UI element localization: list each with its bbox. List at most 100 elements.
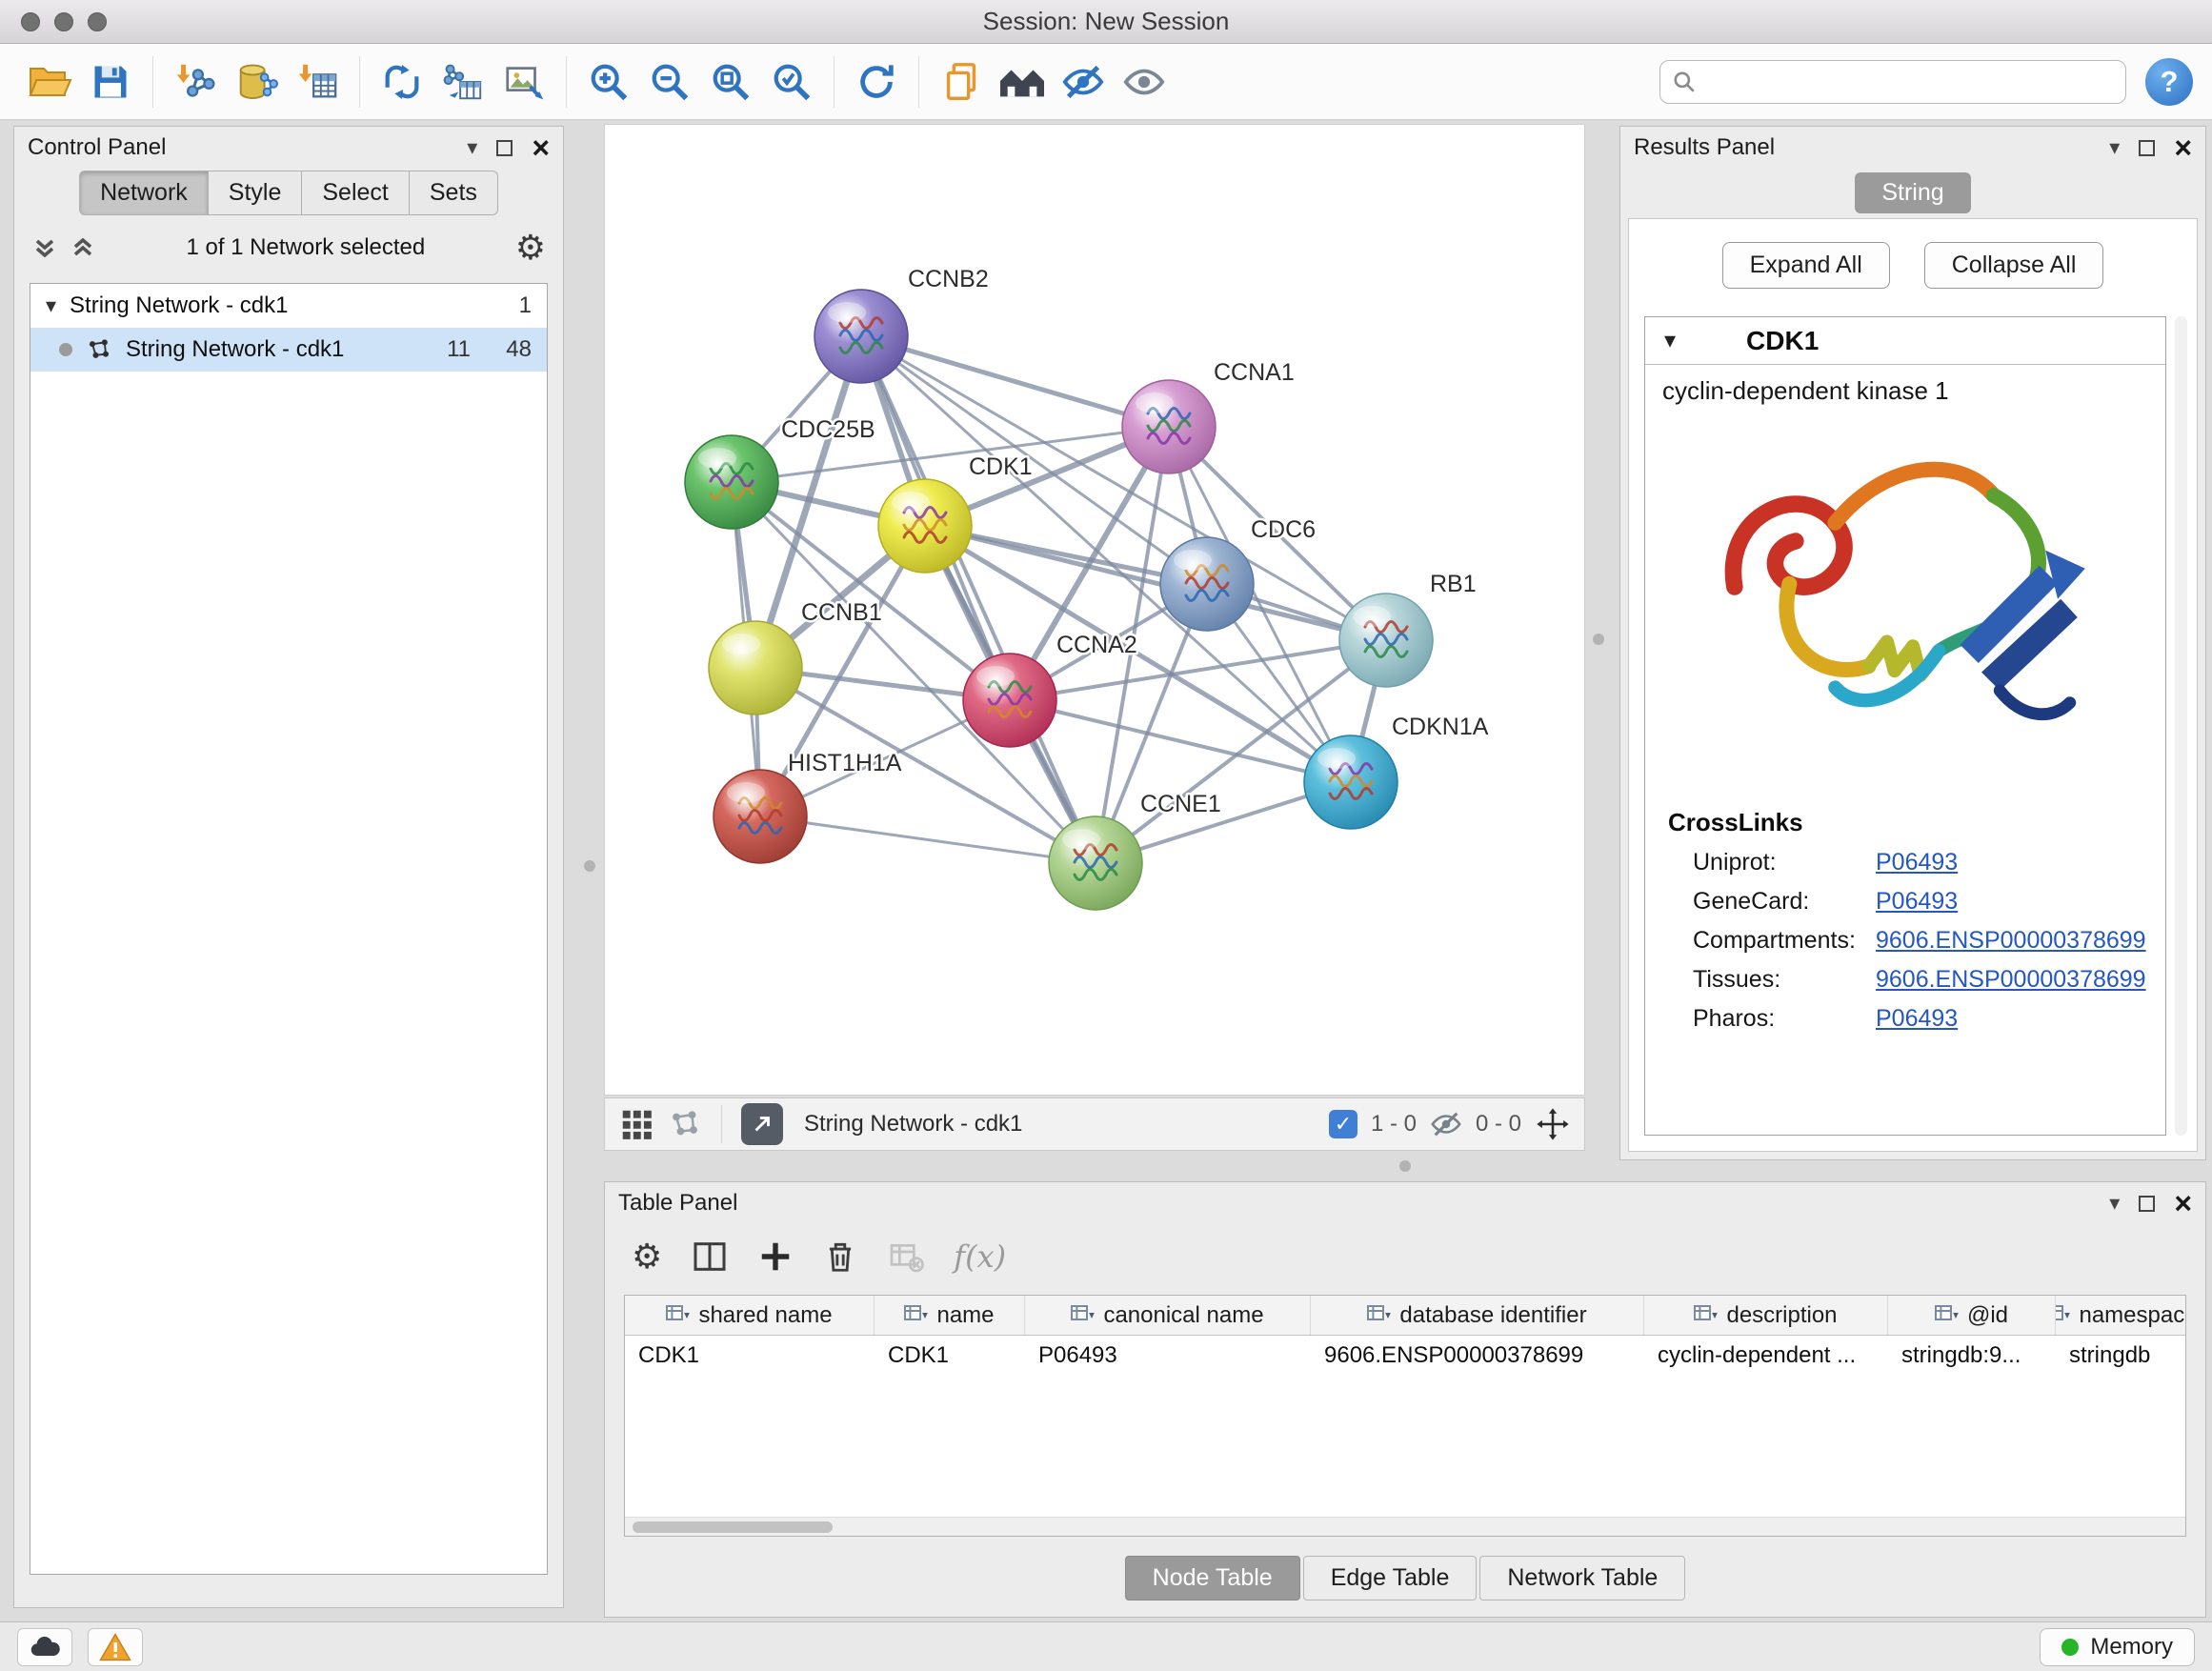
export-image-button[interactable] [496,52,552,111]
import-network-from-file-button[interactable] [168,52,223,111]
show-columns-icon[interactable] [691,1238,729,1276]
network-to-table-button[interactable] [435,52,491,111]
zoom-fit-button[interactable] [703,52,758,111]
crosslink-value[interactable]: 9606.ENSP00000378699 [1876,927,2146,955]
tab-network[interactable]: Network [79,171,209,215]
tab-select[interactable]: Select [302,171,409,215]
network-options-gear-icon[interactable]: ⚙ [515,231,546,265]
expand-all-button[interactable]: Expand All [1722,242,1890,289]
table-cell[interactable]: P06493 [1025,1336,1311,1376]
snapshot-button[interactable] [934,52,989,111]
column-header-namespace[interactable]: namespace [2056,1296,2186,1335]
network-node-CDC25B[interactable] [685,435,778,529]
crosslink-value[interactable]: P06493 [1876,1005,1958,1033]
network-edge[interactable] [861,336,1169,427]
network-edge[interactable] [760,816,1096,863]
tab-style[interactable]: Style [209,171,303,215]
import-table-from-file-button[interactable] [290,52,345,111]
scrollbar-thumb[interactable] [633,1521,833,1533]
table-cell[interactable]: 9606.ENSP00000378699 [1311,1336,1644,1376]
node-details-header[interactable]: ▾ CDK1 [1645,317,2165,365]
float-panel-icon[interactable]: ▾ [467,137,477,158]
network-edge[interactable] [925,526,1386,640]
tab-string[interactable]: String [1855,172,1970,213]
window-close-button[interactable] [21,12,40,31]
delete-column-trash-icon[interactable] [822,1238,858,1275]
collapse-section-icon[interactable]: ▾ [1664,327,1676,354]
network-node-CCNE1[interactable] [1049,816,1142,910]
splitter-handle[interactable] [1593,634,1604,645]
help-button[interactable]: ? [2145,58,2193,106]
memory-button[interactable]: Memory [2040,1628,2195,1666]
network-node-HIST1H1A[interactable] [714,770,807,863]
column-header-canonical-name[interactable]: canonical name [1025,1296,1311,1335]
network-node-CCNA1[interactable] [1122,380,1216,473]
tab-sets[interactable]: Sets [410,171,498,215]
table-cell[interactable]: CDK1 [625,1336,875,1376]
maximize-panel-icon[interactable] [2139,140,2155,156]
network-node-RB1[interactable] [1339,594,1433,687]
float-panel-icon[interactable]: ▾ [2109,1193,2120,1214]
table-cell[interactable]: stringdb:9... [1888,1336,2056,1376]
window-minimize-button[interactable] [54,12,73,31]
table-cell[interactable]: cyclin-dependent ... [1644,1336,1888,1376]
column-header-database-identifier[interactable]: database identifier [1311,1296,1644,1335]
search-box[interactable] [1659,60,2126,104]
table-cell[interactable]: CDK1 [875,1336,1025,1376]
float-panel-icon[interactable]: ▾ [2109,137,2120,158]
table-horizontal-scrollbar[interactable] [625,1517,2185,1536]
close-panel-icon[interactable]: × [532,132,550,163]
splitter-handle[interactable] [1399,1160,1411,1172]
expand-all-networks-icon[interactable] [70,235,96,260]
table-data-row[interactable]: CDK1CDK1P064939606.ENSP00000378699cyclin… [625,1336,2185,1376]
import-network-from-database-button[interactable] [229,52,284,111]
column-header-description[interactable]: description [1644,1296,1888,1335]
network-node-CDC6[interactable] [1160,537,1254,631]
collapse-all-networks-icon[interactable] [31,235,58,260]
network-collection-row[interactable]: ▾ String Network - cdk1 1 [30,284,547,328]
network-node-CCNA2[interactable] [963,654,1056,747]
graphics-detail-grid-icon[interactable] [618,1106,654,1142]
tree-expand-icon[interactable]: ▾ [46,293,56,318]
pan-move-icon[interactable] [1535,1106,1571,1142]
splitter-handle[interactable] [584,860,595,872]
network-view[interactable]: CCNB2CCNA1CDC25BCDK1CDC6RB1CCNB1CCNA2CDK… [604,124,1585,1096]
zoom-out-button[interactable] [642,52,697,111]
column-header-shared-name[interactable]: shared name [625,1296,875,1335]
cloud-sync-button[interactable] [17,1628,72,1666]
zoom-in-button[interactable] [581,52,636,111]
network-canvas[interactable]: CCNB2CCNA1CDC25BCDK1CDC6RB1CCNB1CCNA2CDK… [605,125,1584,1095]
home-button[interactable] [995,52,1050,111]
open-session-button[interactable] [22,52,77,111]
column-header--id[interactable]: @id [1888,1296,2056,1335]
function-builder-icon[interactable]: f(x) [954,1238,1006,1275]
show-all-button[interactable] [1116,52,1172,111]
network-node-CCNB1[interactable] [709,621,802,715]
search-input[interactable] [1706,69,2114,95]
tab-edge-table[interactable]: Edge Table [1303,1556,1478,1601]
zoom-selected-button[interactable] [764,52,819,111]
network-node-CCNB2[interactable] [814,290,908,383]
network-node-CDK1[interactable] [878,479,972,573]
crosslink-value[interactable]: P06493 [1876,849,1958,876]
warnings-button[interactable] [88,1628,143,1666]
tab-network-table[interactable]: Network Table [1479,1556,1685,1601]
close-panel-icon[interactable]: × [2174,1188,2192,1218]
column-header-name[interactable]: name [875,1296,1025,1335]
maximize-panel-icon[interactable] [496,140,513,156]
close-panel-icon[interactable]: × [2174,132,2192,163]
collapse-all-button[interactable]: Collapse All [1924,242,2104,289]
network-share-icon[interactable] [668,1107,702,1141]
table-cell[interactable]: stringdb [2056,1336,2186,1376]
crosslink-value[interactable]: 9606.ENSP00000378699 [1876,966,2146,994]
selected-checkbox-icon[interactable]: ✓ [1329,1110,1357,1138]
tab-node-table[interactable]: Node Table [1125,1556,1300,1601]
network-edge[interactable] [861,336,1096,863]
save-session-button[interactable] [83,52,138,111]
network-node-CDKN1A[interactable] [1304,735,1398,829]
crosslink-value[interactable]: P06493 [1876,888,1958,916]
results-scrollbar[interactable] [2175,316,2187,1136]
new-network-from-selection-button[interactable] [374,52,430,111]
apply-style-refresh-button[interactable] [849,52,904,111]
window-zoom-button[interactable] [88,12,107,31]
